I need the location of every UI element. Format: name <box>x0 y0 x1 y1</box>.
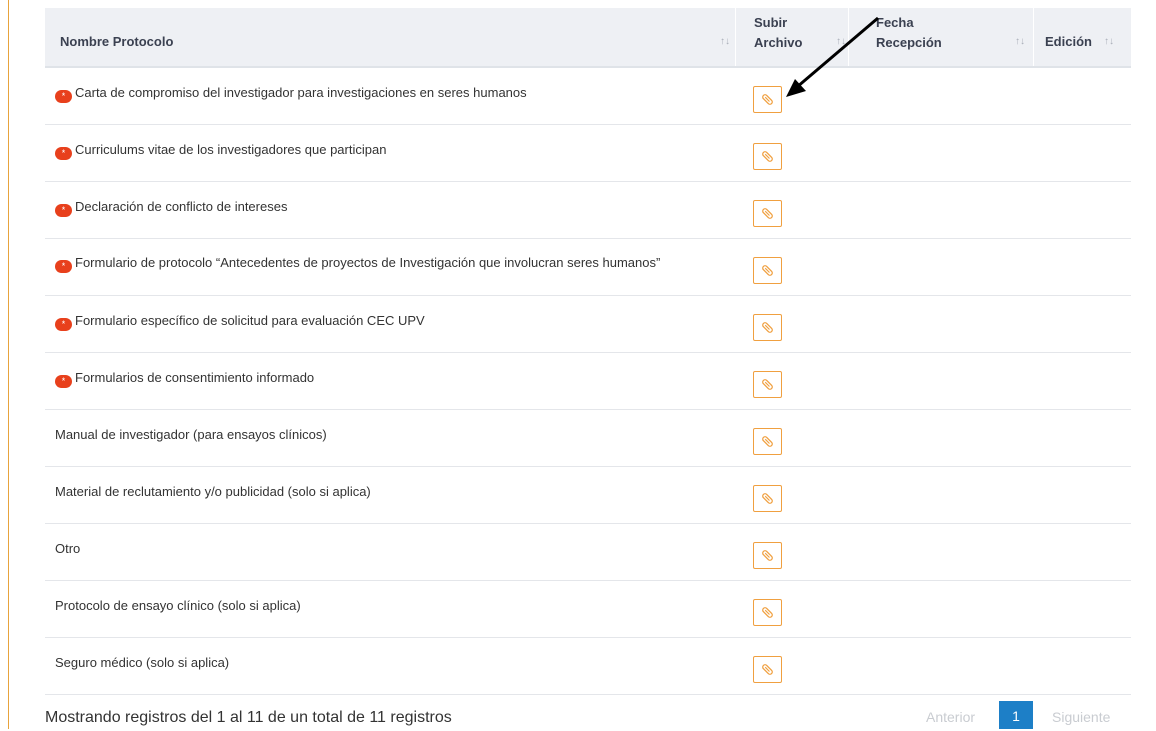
protocol-name-text: Otro <box>55 541 81 556</box>
upload-file-button[interactable] <box>753 428 782 455</box>
paperclip-icon <box>762 379 773 390</box>
protocol-name: Otro <box>55 540 705 557</box>
header-edicion[interactable]: Edición ↑↓ <box>1034 8 1131 66</box>
required-badge: * <box>55 260 72 273</box>
table-row: * Curriculums vitae de los investigadores… <box>45 125 1131 182</box>
protocol-name-text: Material de reclutamiento y/o publicidad… <box>55 484 371 499</box>
paperclip-icon <box>762 322 773 333</box>
paperclip-icon <box>762 151 773 162</box>
required-badge: * <box>55 204 72 217</box>
upload-file-button[interactable] <box>753 143 782 170</box>
required-badge: * <box>55 375 72 388</box>
pager-previous[interactable]: Anterior <box>926 709 975 725</box>
protocol-name-text: Carta de compromiso del investigador par… <box>75 85 527 100</box>
upload-file-button[interactable] <box>753 599 782 626</box>
table-row: * Carta de compromiso del investigador pa… <box>45 68 1131 125</box>
header-subir-archivo[interactable]: Subir Archivo ↑↓ <box>736 8 848 66</box>
protocol-name: Material de reclutamiento y/o publicidad… <box>55 483 705 500</box>
protocol-name-text: Declaración de conflicto de intereses <box>75 199 288 214</box>
table-row: Manual de investigador (para ensayos clí… <box>45 410 1131 467</box>
upload-file-button[interactable] <box>753 314 782 341</box>
protocol-name: * Curriculums vitae de los investigadores… <box>55 141 705 160</box>
table-row: Seguro médico (solo si aplica) <box>45 638 1131 695</box>
upload-file-button[interactable] <box>753 542 782 569</box>
table-body: * Carta de compromiso del investigador pa… <box>45 68 1131 695</box>
header-label: Fecha <box>876 15 914 30</box>
protocol-name-text: Formulario de protocolo “Antecedentes de… <box>75 255 661 270</box>
header-label: Edición <box>1045 34 1092 49</box>
paperclip-icon <box>762 94 773 105</box>
paperclip-icon <box>762 265 773 276</box>
required-badge: * <box>55 90 72 103</box>
table-row: * Formulario de protocolo “Antecedentes d… <box>45 239 1131 296</box>
header-fecha-recepcion[interactable]: Fecha Recepción ↑↓ <box>849 8 1033 66</box>
protocol-name: * Formularios de consentimiento informado <box>55 369 705 388</box>
header-nombre-protocolo[interactable]: Nombre Protocolo ↑↓ <box>45 8 735 66</box>
protocol-name: Seguro médico (solo si aplica) <box>55 654 705 671</box>
table-row: * Formulario específico de solicitud para… <box>45 296 1131 353</box>
header-label: Archivo <box>754 35 803 50</box>
upload-file-button[interactable] <box>753 485 782 512</box>
upload-file-button[interactable] <box>753 656 782 683</box>
upload-file-button[interactable] <box>753 371 782 398</box>
protocol-name-text: Protocolo de ensayo clínico (solo si apl… <box>55 598 301 613</box>
header-label: Nombre Protocolo <box>60 34 174 49</box>
protocol-name: Protocolo de ensayo clínico (solo si apl… <box>55 597 705 614</box>
paperclip-icon <box>762 550 773 561</box>
paperclip-icon <box>762 493 773 504</box>
paperclip-icon <box>762 436 773 447</box>
protocol-name: * Formulario de protocolo “Antecedentes d… <box>55 254 705 273</box>
records-summary: Mostrando registros del 1 al 11 de un to… <box>45 709 452 726</box>
protocol-name-text: Manual de investigador (para ensayos clí… <box>55 427 327 442</box>
protocol-name-text: Curriculums vitae de los investigadores … <box>75 142 387 157</box>
table-row: * Declaración de conflicto de intereses <box>45 182 1131 239</box>
protocol-name: Manual de investigador (para ensayos clí… <box>55 426 705 443</box>
sort-icon: ↑↓ <box>1104 36 1114 47</box>
sort-icon: ↑↓ <box>836 36 846 47</box>
pager-next[interactable]: Siguiente <box>1052 709 1110 725</box>
paperclip-icon <box>762 208 773 219</box>
upload-file-button[interactable] <box>753 200 782 227</box>
table-header: Nombre Protocolo ↑↓ Subir Archivo ↑↓ Fec… <box>45 8 1131 68</box>
table-row: Otro <box>45 524 1131 581</box>
protocol-table: Nombre Protocolo ↑↓ Subir Archivo ↑↓ Fec… <box>45 8 1131 695</box>
sort-icon: ↑↓ <box>720 36 730 47</box>
sort-icon: ↑↓ <box>1015 36 1025 47</box>
protocol-name: * Formulario específico de solicitud para… <box>55 312 705 331</box>
protocol-name: * Declaración de conflicto de intereses <box>55 198 705 217</box>
header-label: Subir <box>754 15 788 30</box>
table-row: Material de reclutamiento y/o publicidad… <box>45 467 1131 524</box>
paperclip-icon <box>762 607 773 618</box>
header-label: Recepción <box>876 35 942 50</box>
upload-file-button[interactable] <box>753 86 782 113</box>
paperclip-icon <box>762 664 773 675</box>
pager-page-1[interactable]: 1 <box>999 701 1033 729</box>
protocol-name-text: Formulario específico de solicitud para … <box>75 313 425 328</box>
table-row: Protocolo de ensayo clínico (solo si apl… <box>45 581 1131 638</box>
protocol-name-text: Seguro médico (solo si aplica) <box>55 655 230 670</box>
protocol-name: * Carta de compromiso del investigador pa… <box>55 84 705 103</box>
protocol-name-text: Formularios de consentimiento informado <box>75 370 315 385</box>
left-border-rule <box>8 0 9 729</box>
upload-file-button[interactable] <box>753 257 782 284</box>
table-row: * Formularios de consentimiento informado <box>45 353 1131 410</box>
required-badge: * <box>55 147 72 160</box>
required-badge: * <box>55 318 72 331</box>
